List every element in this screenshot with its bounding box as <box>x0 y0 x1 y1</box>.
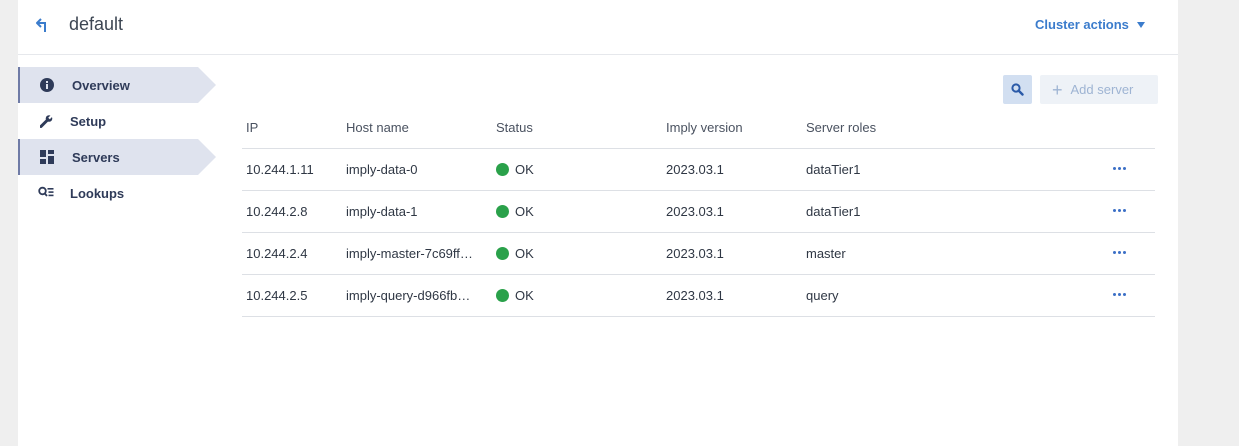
row-more-actions-icon[interactable] <box>1113 293 1126 296</box>
sidebar-item-label: Lookups <box>70 185 125 201</box>
sidebar-item-label: Overview <box>72 77 130 93</box>
status-ok-icon <box>496 163 509 176</box>
cluster-actions-label: Cluster actions <box>1035 17 1129 32</box>
cell-ip: 10.244.1.11 <box>246 162 314 177</box>
cell-roles: master <box>806 246 846 261</box>
main-panel: default Cluster actions Overview Setup S… <box>18 0 1178 446</box>
cell-host-name: imply-query-d966fb… <box>346 288 471 303</box>
cell-version: 2023.03.1 <box>666 204 724 219</box>
row-more-actions-icon[interactable] <box>1113 167 1126 170</box>
plus-icon: + <box>1052 79 1063 100</box>
cell-status: OK <box>496 162 534 177</box>
column-header-ip[interactable]: IP <box>246 120 258 135</box>
cell-host-name: imply-master-7c69ff… <box>346 246 473 261</box>
row-more-actions-icon[interactable] <box>1113 209 1126 212</box>
sidebar-item-label: Servers <box>72 149 120 165</box>
cell-status: OK <box>496 204 534 219</box>
search-icon <box>1011 83 1024 96</box>
row-more-actions-icon[interactable] <box>1113 251 1126 254</box>
sidebar-item-servers[interactable]: Servers <box>18 139 216 175</box>
cluster-actions-button[interactable]: Cluster actions <box>1035 17 1145 32</box>
sidebar: Overview Setup Servers Lookups <box>18 67 218 211</box>
page-title: default <box>69 14 124 34</box>
cell-version: 2023.03.1 <box>666 288 724 303</box>
cell-ip: 10.244.2.4 <box>246 246 308 261</box>
search-list-icon <box>38 186 54 197</box>
cell-roles: dataTier1 <box>806 162 861 177</box>
status-ok-icon <box>496 205 509 218</box>
cell-roles: dataTier1 <box>806 204 861 219</box>
cell-status: OK <box>496 246 534 261</box>
column-header-status[interactable]: Status <box>496 120 533 135</box>
sidebar-item-setup[interactable]: Setup <box>18 103 218 139</box>
cell-ip: 10.244.2.5 <box>246 288 308 303</box>
cell-ip: 10.244.2.8 <box>246 204 308 219</box>
back-arrow-icon[interactable] <box>35 16 53 34</box>
status-text: OK <box>515 204 534 219</box>
cell-host-name: imply-data-0 <box>346 162 418 177</box>
table-row[interactable]: 10.244.2.8 imply-data-1 OK 2023.03.1 dat… <box>242 191 1155 233</box>
sidebar-item-lookups[interactable]: Lookups <box>18 175 218 211</box>
cell-version: 2023.03.1 <box>666 246 724 261</box>
status-text: OK <box>515 162 534 177</box>
table-row[interactable]: 10.244.2.4 imply-master-7c69ff… OK 2023.… <box>242 233 1155 275</box>
cell-host-name: imply-data-1 <box>346 204 418 219</box>
status-ok-icon <box>496 289 509 302</box>
search-button[interactable] <box>1003 75 1032 104</box>
caret-down-icon <box>1136 21 1145 28</box>
add-server-button[interactable]: + Add server <box>1040 75 1158 104</box>
page-header: default Cluster actions <box>18 0 1178 55</box>
dashboard-grid-icon <box>40 150 54 164</box>
wrench-icon <box>40 114 54 128</box>
table-header: IP Host name Status Imply version Server… <box>242 110 1155 149</box>
column-header-imply-version[interactable]: Imply version <box>666 120 743 135</box>
status-ok-icon <box>496 247 509 260</box>
cell-roles: query <box>806 288 839 303</box>
status-text: OK <box>515 246 534 261</box>
sidebar-item-label: Setup <box>70 113 107 129</box>
add-server-label: Add server <box>1070 82 1134 97</box>
table-row[interactable]: 10.244.1.11 imply-data-0 OK 2023.03.1 da… <box>242 149 1155 191</box>
cell-status: OK <box>496 288 534 303</box>
info-icon <box>40 78 54 92</box>
servers-table: IP Host name Status Imply version Server… <box>242 110 1155 317</box>
status-text: OK <box>515 288 534 303</box>
column-header-server-roles[interactable]: Server roles <box>806 120 876 135</box>
sidebar-item-overview[interactable]: Overview <box>18 67 216 103</box>
table-row[interactable]: 10.244.2.5 imply-query-d966fb… OK 2023.0… <box>242 275 1155 317</box>
cell-version: 2023.03.1 <box>666 162 724 177</box>
column-header-host-name[interactable]: Host name <box>346 120 409 135</box>
